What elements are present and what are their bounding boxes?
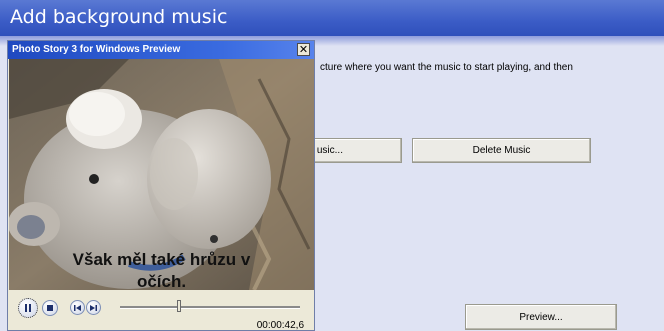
seek-thumb[interactable]: [177, 300, 181, 312]
skip-forward-icon: [90, 304, 97, 311]
elapsed-time: 00:00:42,6: [256, 320, 304, 331]
next-button[interactable]: [86, 300, 101, 315]
stop-icon: [47, 305, 53, 311]
preview-window: Photo Story 3 for Windows Preview ✕ Však…: [7, 40, 315, 331]
playback-controls: 00:00:42,6: [8, 290, 314, 331]
preview-window-title: Photo Story 3 for Windows Preview: [12, 44, 181, 55]
previous-button[interactable]: [70, 300, 85, 315]
preview-button[interactable]: Preview...: [465, 304, 617, 330]
pause-button[interactable]: [18, 298, 38, 318]
stop-button[interactable]: [42, 300, 58, 316]
pause-icon: [25, 304, 31, 312]
caption-line-1: Však měl také hrůzu v: [72, 250, 251, 269]
preview-image: Však měl také hrůzu v očích.: [8, 59, 314, 293]
close-button[interactable]: ✕: [297, 43, 310, 56]
main-header: Add background music: [0, 0, 664, 36]
page-title: Add background music: [10, 6, 228, 28]
delete-music-button[interactable]: Delete Music: [412, 138, 591, 163]
skip-back-icon: [74, 304, 81, 311]
preview-titlebar[interactable]: Photo Story 3 for Windows Preview ✕: [8, 41, 314, 59]
instruction-text: cture where you want the music to start …: [320, 62, 573, 73]
photo-caption: Však měl také hrůzu v očích.: [9, 249, 314, 293]
seek-bar[interactable]: [120, 306, 300, 309]
